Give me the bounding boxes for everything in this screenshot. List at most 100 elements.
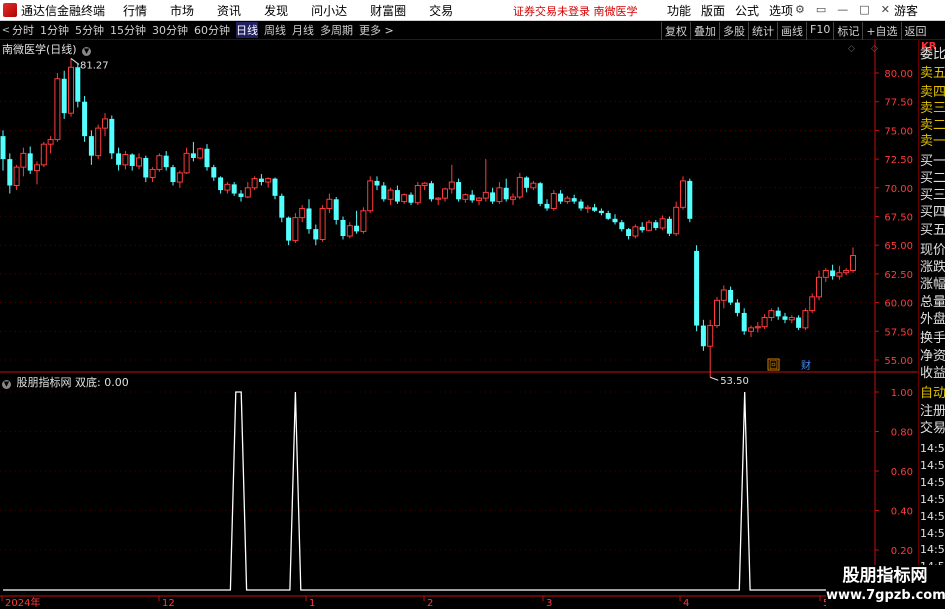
candle-body	[367, 180, 374, 212]
candle-body	[75, 67, 81, 102]
label-bid1: 买一	[920, 154, 945, 169]
candle-body	[27, 153, 33, 171]
price-tick-label: 75.00	[884, 126, 913, 137]
candle-body	[728, 289, 734, 303]
candle-body	[707, 325, 714, 347]
label-bid4: 买四	[920, 205, 945, 220]
candle-body	[381, 185, 387, 200]
candle-body	[558, 193, 564, 202]
price-tick-label: 80.00	[884, 69, 913, 80]
candle-body	[163, 155, 169, 168]
indicator-title: 股朋指标网 双底: 0.00	[16, 376, 129, 389]
candle-body	[490, 192, 496, 202]
candle-body	[394, 190, 400, 202]
candle-body	[646, 221, 652, 231]
candle-body	[47, 139, 54, 145]
tick-time: 14:56	[920, 543, 945, 556]
candle-body	[510, 196, 516, 200]
candle-body	[653, 222, 659, 228]
candle-body	[401, 194, 408, 203]
candle-body	[619, 222, 625, 230]
indicator-tick-label: 0.20	[891, 546, 913, 557]
candle-body	[190, 153, 196, 158]
candle-body	[149, 168, 156, 178]
candle-body	[843, 269, 850, 274]
indicator-tick-label: 0.80	[891, 428, 913, 439]
tick-time: 14:56	[920, 527, 945, 540]
candle-body	[197, 148, 204, 159]
candle-body	[830, 270, 836, 277]
candle-body	[626, 229, 632, 237]
candle-body	[524, 177, 530, 188]
quote-panel: KR 000 委比 卖五 卖四 卖三 卖二 卖一 买一 买二 买三 买四 买五 …	[918, 40, 945, 600]
candle-body	[612, 218, 618, 223]
tick-time: 14:55	[920, 442, 945, 455]
candle-body	[754, 326, 761, 329]
candle-body	[143, 157, 149, 178]
price-tick-label: 62.50	[884, 270, 913, 281]
candle-body	[605, 213, 611, 219]
finance-marker: 财	[801, 359, 811, 372]
candle-body	[537, 183, 543, 204]
tick-time: 14:55	[920, 459, 945, 472]
price-tick-label: 65.00	[884, 241, 913, 252]
low-label: 53.50	[720, 376, 749, 387]
candle-body	[680, 180, 686, 208]
price-tick-label: 57.50	[884, 327, 913, 338]
candle-body	[694, 250, 700, 326]
date-axis: 2024年1212345	[1, 596, 829, 609]
candle-body	[387, 189, 394, 200]
label-bid3: 买三	[920, 188, 945, 203]
chevron-down-icon[interactable]: ▼	[82, 47, 92, 56]
chart-canvas[interactable]: 55.00 57.50 60.00 62.50 65.00 67.50 70.00 72.50…	[0, 0, 918, 609]
label-ask3: 卖三	[920, 101, 945, 116]
candle-body	[748, 327, 754, 332]
date-tick-label: 3	[546, 598, 552, 609]
high-pointer	[70, 58, 80, 65]
sub-chart-title[interactable]: ▼ 股朋指标网 双底: 0.00	[2, 374, 129, 390]
candle-body	[482, 191, 489, 199]
candle-body	[714, 299, 720, 327]
candle-body	[584, 206, 591, 209]
label-weibi: 委比	[920, 47, 945, 62]
candle-body	[550, 193, 557, 209]
label-bid5: 买五	[920, 223, 945, 238]
candle-body	[822, 269, 829, 278]
chevron-down-icon[interactable]: ▼	[2, 380, 11, 389]
candle-body	[333, 199, 339, 220]
auto-button[interactable]: 自动	[920, 386, 945, 401]
event-marker: 回	[769, 360, 778, 371]
candle-body	[299, 207, 306, 219]
price-tick-label: 77.50	[884, 98, 913, 109]
label-ask5: 卖五	[920, 66, 945, 81]
label-earnings: 收益	[920, 366, 945, 381]
diamond-icon[interactable]: ◇	[848, 44, 855, 54]
candle-body	[354, 225, 360, 232]
candle-body	[88, 136, 94, 156]
candle-body	[469, 194, 475, 201]
candle-body	[673, 206, 680, 235]
main-chart-title[interactable]: 南微医学(日线) ▼	[2, 41, 92, 57]
candle-body	[374, 180, 380, 186]
candle-body	[319, 207, 326, 240]
candle-body	[326, 198, 333, 209]
label-bid2: 买二	[920, 171, 945, 186]
date-tick-label: 1	[309, 598, 315, 609]
candle-body	[244, 187, 251, 198]
candle-body	[761, 317, 768, 328]
main-grid	[0, 72, 918, 373]
candle-body	[251, 178, 258, 189]
candle-body	[659, 218, 666, 229]
price-tick-label: 55.00	[884, 356, 913, 367]
candle-body	[428, 183, 434, 200]
candle-body	[456, 182, 462, 200]
candle-body	[592, 207, 598, 211]
watermark: 股朋指标网 www.7gpzb.com	[826, 565, 945, 609]
candle-body	[54, 78, 61, 141]
tick-time: 14:56	[920, 476, 945, 489]
price-tick-label: 67.50	[884, 213, 913, 224]
trade-button[interactable]: 交易	[920, 421, 945, 436]
candle-body	[231, 184, 237, 194]
diamond-icon[interactable]: ◇	[871, 44, 878, 54]
register-button[interactable]: 注册	[920, 404, 945, 419]
